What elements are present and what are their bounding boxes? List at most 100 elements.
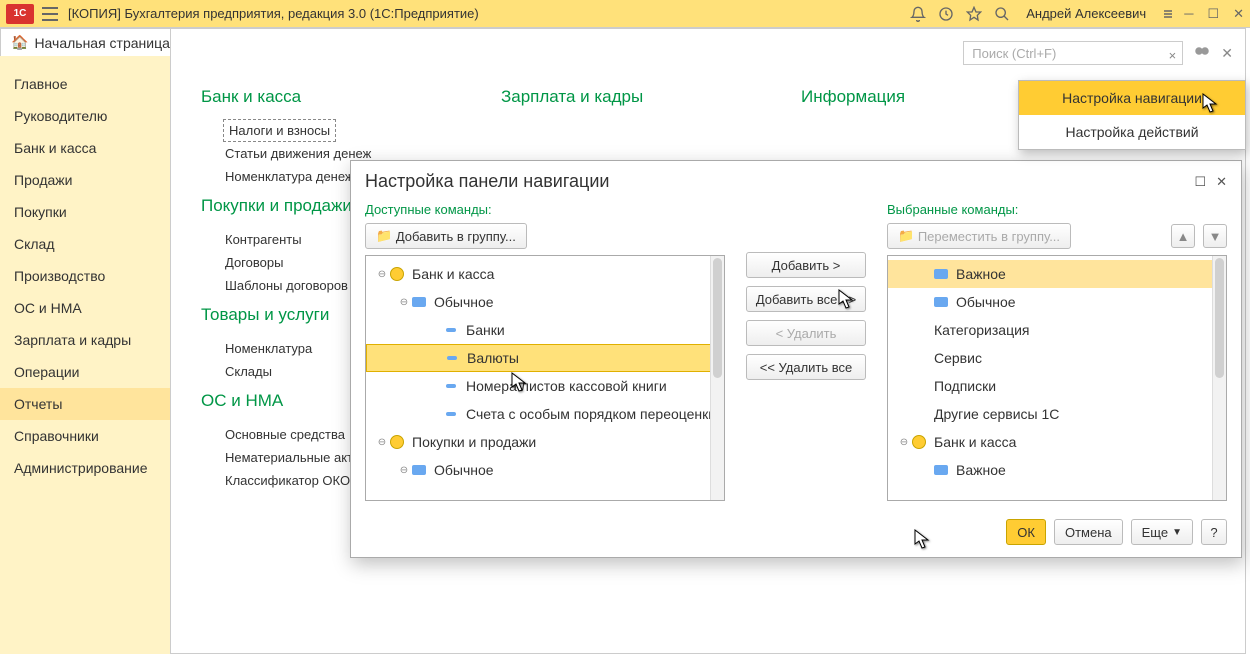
search-clear-icon[interactable]: × bbox=[1169, 44, 1177, 68]
panel-close-icon[interactable]: ✕ bbox=[1221, 45, 1233, 62]
nav-link[interactable]: Налоги и взносы bbox=[223, 119, 336, 142]
selected-commands-label: Выбранные команды: bbox=[887, 202, 1227, 217]
dialog-close-icon[interactable]: ✕ bbox=[1216, 174, 1227, 190]
star-icon[interactable] bbox=[966, 6, 982, 22]
tree-row[interactable]: Номера листов кассовой книги bbox=[366, 372, 724, 400]
tree-row[interactable]: ⊖Банк и касса bbox=[888, 428, 1226, 456]
available-commands-label: Доступные команды: bbox=[365, 202, 725, 217]
history-icon[interactable] bbox=[938, 6, 954, 22]
sidebar-item-11[interactable]: Справочники bbox=[0, 420, 170, 452]
sidebar-item-0[interactable]: Главное bbox=[0, 68, 170, 100]
sidebar-item-7[interactable]: ОС и НМА bbox=[0, 292, 170, 324]
menu-item-action-settings[interactable]: Настройка действий bbox=[1019, 115, 1245, 149]
remove-button[interactable]: < Удалить bbox=[746, 320, 866, 346]
ok-button[interactable]: ОК bbox=[1006, 519, 1046, 545]
sidebar-item-8[interactable]: Зарплата и кадры bbox=[0, 324, 170, 356]
move-to-group-button[interactable]: 📁 Переместить в группу... bbox=[887, 223, 1071, 249]
maximize-button[interactable]: ☐ bbox=[1207, 6, 1219, 22]
folder-move-icon: 📁 bbox=[898, 228, 914, 244]
item-icon bbox=[446, 384, 456, 388]
close-button[interactable]: ✕ bbox=[1233, 6, 1244, 22]
group-icon bbox=[934, 297, 948, 307]
search-placeholder: Поиск (Ctrl+F) bbox=[972, 46, 1056, 61]
tree-row[interactable]: ⊖ Банк и касса bbox=[366, 260, 724, 288]
tree-label: Номера листов кассовой книги bbox=[466, 378, 667, 394]
sidebar-item-9[interactable]: Операции bbox=[0, 356, 170, 388]
tree-row[interactable]: Подписки bbox=[888, 372, 1226, 400]
tree-row[interactable]: Валюты bbox=[366, 344, 724, 372]
folder-icon bbox=[912, 435, 926, 449]
add-all-button[interactable]: Добавить все >> bbox=[746, 286, 866, 312]
tree-row[interactable]: Обычное bbox=[888, 288, 1226, 316]
menu-icon[interactable] bbox=[42, 7, 58, 21]
tree-label: Сервис bbox=[934, 350, 982, 366]
tree-row[interactable]: ⊖ Обычное bbox=[366, 288, 724, 316]
available-tree[interactable]: ⊖Банк и касса⊖ОбычноеБанкиВалютыНомера л… bbox=[365, 255, 725, 501]
expand-icon[interactable]: ⊖ bbox=[896, 437, 912, 448]
move-down-button[interactable]: ▼ bbox=[1203, 224, 1227, 248]
scrollbar[interactable] bbox=[710, 256, 724, 500]
group-icon bbox=[412, 465, 426, 475]
bell-icon[interactable] bbox=[910, 6, 926, 22]
add-to-group-label: Добавить в группу... bbox=[396, 229, 516, 244]
dialog-maximize-icon[interactable]: ☐ bbox=[1194, 174, 1206, 190]
add-button[interactable]: Добавить > bbox=[746, 252, 866, 278]
move-up-button[interactable]: ▲ bbox=[1171, 224, 1195, 248]
tree-row[interactable]: Банки bbox=[366, 316, 724, 344]
remove-all-button[interactable]: << Удалить все bbox=[746, 354, 866, 380]
tree-label: Банки bbox=[466, 322, 505, 338]
home-tab-label: Начальная страница bbox=[34, 35, 169, 51]
section-heading-zp: Зарплата и кадры bbox=[501, 87, 741, 107]
scrollbar[interactable] bbox=[1212, 256, 1226, 500]
help-button[interactable]: ? bbox=[1201, 519, 1227, 545]
item-icon bbox=[447, 356, 457, 360]
titlebar: 1C [КОПИЯ] Бухгалтерия предприятия, реда… bbox=[0, 0, 1250, 28]
tree-row[interactable]: Важное bbox=[888, 456, 1226, 484]
tree-label: Банк и касса bbox=[412, 266, 494, 282]
more-button-label: Еще bbox=[1142, 525, 1168, 540]
sidebar-item-2[interactable]: Банк и касса bbox=[0, 132, 170, 164]
sidebar-item-6[interactable]: Производство bbox=[0, 260, 170, 292]
cancel-button[interactable]: Отмена bbox=[1054, 519, 1123, 545]
tree-row[interactable]: Сервис bbox=[888, 344, 1226, 372]
group-icon bbox=[934, 465, 948, 475]
settings-gear-icon[interactable] bbox=[1191, 42, 1213, 65]
group-icon bbox=[412, 297, 426, 307]
nav-settings-dialog: Настройка панели навигации ☐ ✕ Доступные… bbox=[350, 160, 1242, 558]
item-icon bbox=[446, 328, 456, 332]
add-to-group-button[interactable]: 📁 Добавить в группу... bbox=[365, 223, 527, 249]
expand-icon[interactable]: ⊖ bbox=[374, 269, 390, 280]
home-tab[interactable]: 🏠 Начальная страница bbox=[0, 28, 185, 56]
tree-row[interactable]: Важное bbox=[888, 260, 1226, 288]
tree-row[interactable]: Категоризация bbox=[888, 316, 1226, 344]
user-menu-icon[interactable] bbox=[1162, 7, 1174, 21]
search-input[interactable]: Поиск (Ctrl+F) × bbox=[963, 41, 1183, 65]
tree-label: Важное bbox=[956, 462, 1006, 478]
sidebar-item-4[interactable]: Покупки bbox=[0, 196, 170, 228]
minimize-button[interactable]: ─ bbox=[1184, 6, 1193, 21]
tree-row[interactable]: ⊖Обычное bbox=[366, 456, 724, 484]
tree-row[interactable]: ⊖Покупки и продажи bbox=[366, 428, 724, 456]
expand-icon[interactable]: ⊖ bbox=[374, 437, 390, 448]
selected-tree[interactable]: Важное Обычное Категоризация Сервис Подписки… bbox=[887, 255, 1227, 501]
tree-label: Обычное bbox=[434, 294, 494, 310]
item-icon bbox=[446, 412, 456, 416]
tree-row[interactable]: Другие сервисы 1С bbox=[888, 400, 1226, 428]
sidebar-item-3[interactable]: Продажи bbox=[0, 164, 170, 196]
expand-icon[interactable]: ⊖ bbox=[396, 297, 412, 308]
more-button[interactable]: Еще ▼ bbox=[1131, 519, 1193, 545]
sidebar-item-1[interactable]: Руководителю bbox=[0, 100, 170, 132]
expand-icon[interactable]: ⊖ bbox=[396, 465, 412, 476]
sidebar-item-5[interactable]: Склад bbox=[0, 228, 170, 260]
app-logo: 1C bbox=[6, 4, 34, 24]
tree-label: Обычное bbox=[956, 294, 1016, 310]
tree-row[interactable]: Счета с особым порядком переоценки bbox=[366, 400, 724, 428]
menu-item-nav-settings[interactable]: Настройка навигации bbox=[1019, 81, 1245, 115]
search-icon[interactable] bbox=[994, 6, 1010, 22]
dialog-title: Настройка панели навигации bbox=[365, 171, 1184, 192]
group-icon bbox=[934, 269, 948, 279]
section-heading: Банк и касса bbox=[201, 87, 441, 107]
chevron-down-icon: ▼ bbox=[1172, 527, 1182, 538]
sidebar-item-12[interactable]: Администрирование bbox=[0, 452, 170, 484]
sidebar-item-10[interactable]: Отчеты bbox=[0, 388, 170, 420]
